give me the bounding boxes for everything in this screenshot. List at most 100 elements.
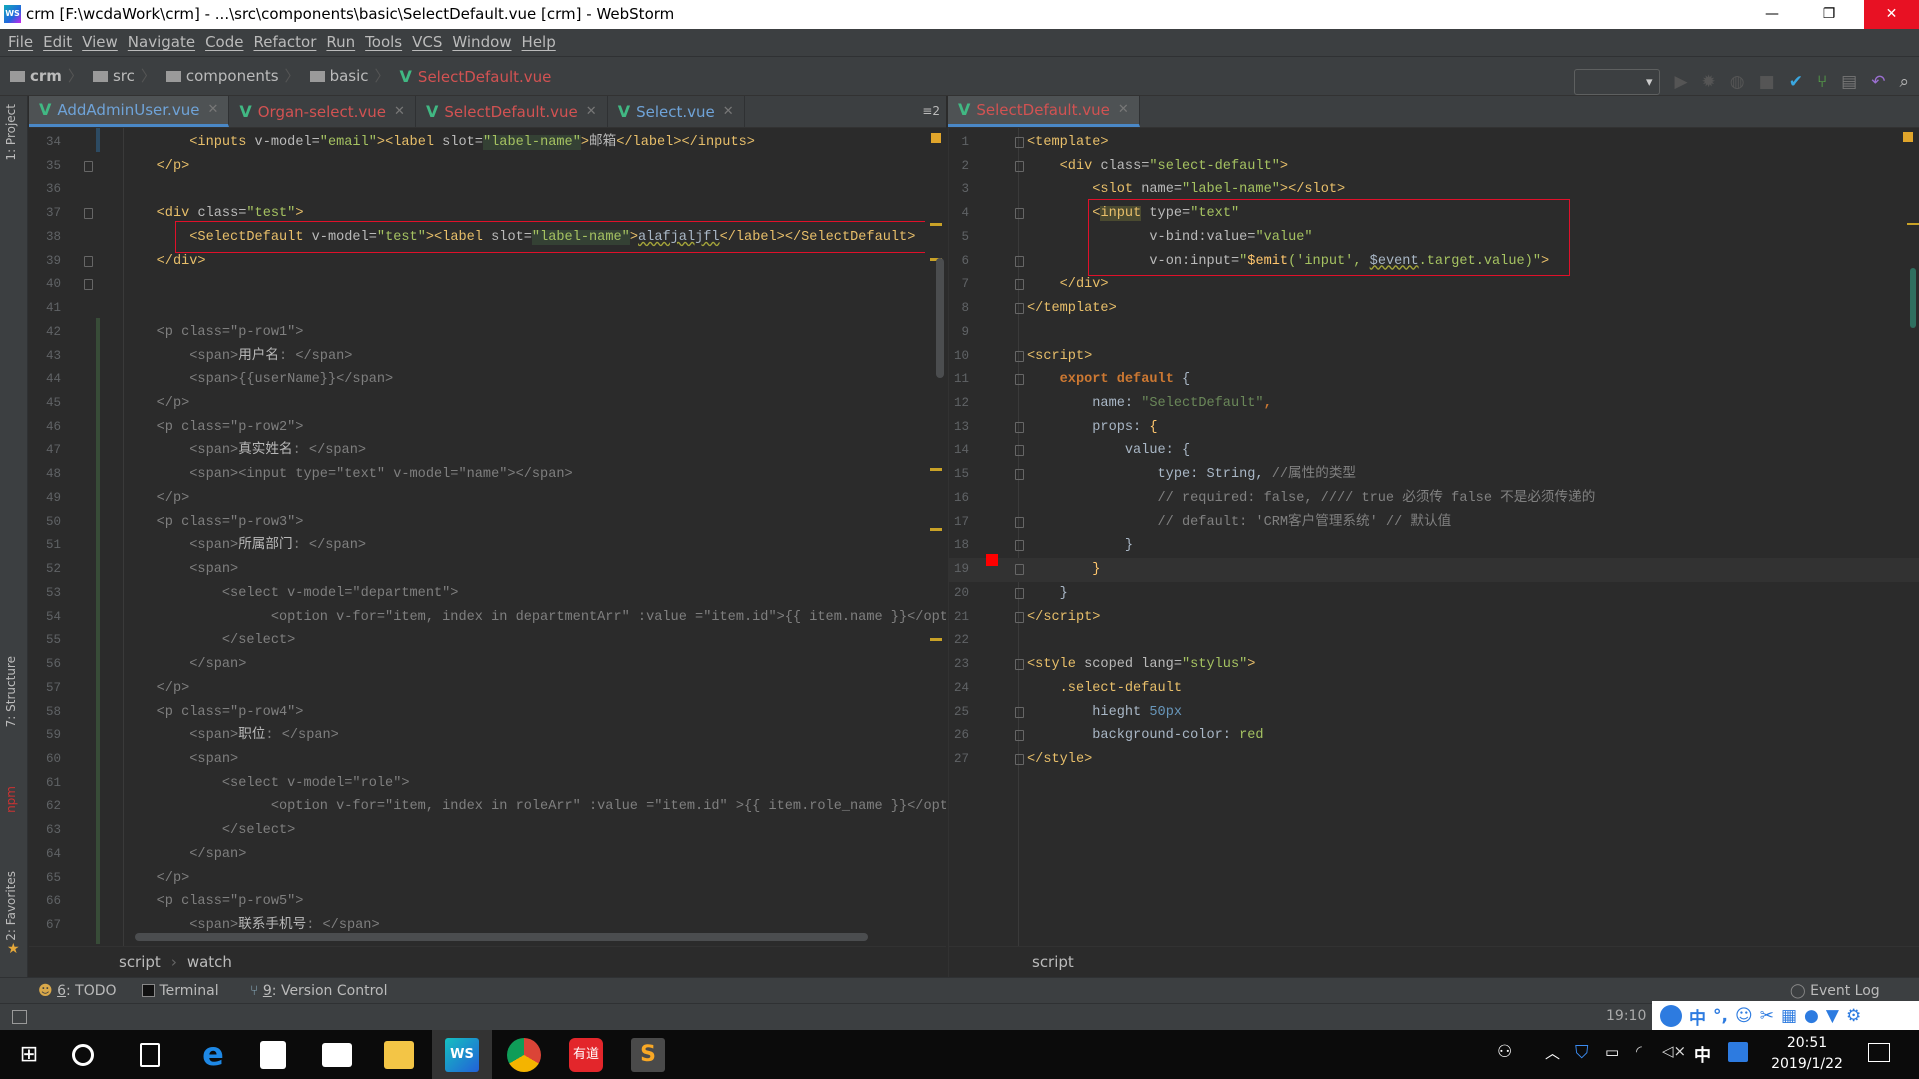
warning-marker[interactable] [930, 223, 942, 226]
tab-selectdefault[interactable]: V SelectDefault.vue ✕ [416, 96, 608, 127]
menu-edit[interactable]: Edit [43, 33, 72, 51]
close-icon[interactable]: ✕ [394, 97, 405, 127]
menu-window[interactable]: Window [452, 33, 511, 51]
security-icon[interactable]: ⛉ [1575, 1042, 1589, 1063]
fold-marker-icon[interactable] [1015, 303, 1024, 315]
crumb-script[interactable]: script [1032, 953, 1074, 971]
fold-marker-icon[interactable] [84, 208, 93, 220]
fold-marker-icon[interactable] [1015, 587, 1024, 599]
clock[interactable]: 20:51 2019/1/22 [1762, 1033, 1852, 1075]
sublime-icon[interactable]: S [631, 1038, 665, 1072]
shirt-icon[interactable]: ▼ [1826, 1006, 1839, 1026]
ime-mode[interactable]: 中 [1689, 1004, 1706, 1029]
toggle-tool-windows-icon[interactable] [12, 1010, 27, 1024]
avatar-icon[interactable] [1660, 1005, 1682, 1027]
close-icon[interactable]: ✕ [207, 95, 218, 125]
fold-marker-icon[interactable] [1015, 421, 1024, 433]
vertical-scrollbar[interactable] [1910, 268, 1916, 328]
menu-file[interactable]: File [8, 33, 33, 51]
emoji-icon[interactable]: ☺ [1735, 1006, 1753, 1026]
fold-marker-icon[interactable] [1015, 706, 1024, 718]
people-icon[interactable]: ⚇ [1497, 1042, 1512, 1062]
tab-overflow-button[interactable]: ≡2 [922, 96, 940, 127]
cortana-icon[interactable] [72, 1044, 94, 1066]
fold-marker-icon[interactable] [1015, 350, 1024, 362]
breadcrumb-basic[interactable]: basic 〉 [309, 57, 390, 95]
caret-position[interactable]: 19:10 [1606, 1008, 1646, 1024]
fold-marker-icon[interactable] [1015, 564, 1024, 576]
warning-marker[interactable] [930, 468, 942, 471]
menu-refactor[interactable]: Refactor [253, 33, 316, 51]
input-method-indicator[interactable]: 中 [1694, 1041, 1711, 1066]
webstorm-icon[interactable]: WS [445, 1038, 479, 1072]
wifi-icon[interactable]: ◜ [1636, 1042, 1642, 1060]
youdao-icon[interactable]: 有道 [569, 1038, 603, 1072]
right-editor[interactable]: 1 <template> 2 <div class="select-default"… [948, 128, 1919, 946]
tray-chevron-icon[interactable]: ︿ [1545, 1042, 1560, 1063]
warning-marker[interactable] [1907, 223, 1919, 225]
fold-marker-icon[interactable] [1015, 374, 1024, 386]
close-icon[interactable]: ✕ [1118, 95, 1129, 125]
minimize-icon[interactable]: — [1749, 0, 1795, 29]
edge-icon[interactable]: e [196, 1038, 230, 1072]
fold-marker-icon[interactable] [1015, 279, 1024, 291]
fold-marker-icon[interactable] [1015, 753, 1024, 765]
start-icon[interactable]: ⊞ [12, 1038, 46, 1072]
gear-icon[interactable]: ⚙ [1846, 1006, 1861, 1026]
version-control-tool-button[interactable]: ⑂ 9: Version Control [250, 978, 388, 1004]
tab-addadminuser[interactable]: V AddAdminUser.vue ✕ [29, 95, 230, 127]
menu-navigate[interactable]: Navigate [128, 33, 195, 51]
crumb-watch[interactable]: watch [187, 953, 232, 971]
vertical-scrollbar[interactable] [936, 258, 944, 378]
left-editor[interactable]: 34 <inputs v-model="email"><label slot="… [29, 128, 946, 946]
fold-marker-icon[interactable] [1015, 445, 1024, 457]
run-config-dropdown[interactable] [1574, 69, 1661, 95]
scissors-icon[interactable]: ✂ [1760, 1006, 1774, 1026]
fold-marker-icon[interactable] [1015, 160, 1024, 172]
fold-marker-icon[interactable] [84, 160, 93, 172]
fold-marker-icon[interactable] [1015, 540, 1024, 552]
mail-icon[interactable] [322, 1043, 352, 1067]
notifications-icon[interactable] [1868, 1043, 1890, 1062]
chrome-icon[interactable] [507, 1038, 541, 1072]
tool-structure[interactable]: 7: Structure [4, 656, 18, 727]
menu-code[interactable]: Code [205, 33, 243, 51]
crumb-script[interactable]: script [119, 953, 161, 971]
fold-marker-icon[interactable] [1015, 659, 1024, 671]
close-icon[interactable]: ✕ [586, 97, 597, 127]
fold-marker-icon[interactable] [1015, 137, 1024, 148]
breadcrumb-src[interactable]: src 〉 [92, 57, 156, 95]
menu-help[interactable]: Help [522, 33, 556, 51]
todo-tool-button[interactable]: ☻ 6: TODO [38, 978, 117, 1004]
tool-npm[interactable]: npm [4, 786, 18, 813]
menu-tools[interactable]: Tools [365, 33, 402, 51]
menu-vcs[interactable]: VCS [412, 33, 442, 51]
keyboard-icon[interactable]: ▦ [1781, 1006, 1797, 1026]
store-icon[interactable] [260, 1041, 286, 1069]
fold-marker-icon[interactable] [1015, 611, 1024, 623]
breadcrumb-file[interactable]: V SelectDefault.vue [400, 58, 552, 96]
tab-organ-select[interactable]: V Organ-select.vue ✕ [229, 96, 416, 127]
tab-selectdefault-right[interactable]: V SelectDefault.vue ✕ [948, 96, 1140, 127]
menu-run[interactable]: Run [326, 33, 355, 51]
fold-marker-icon[interactable] [1015, 516, 1024, 528]
task-view-icon[interactable] [140, 1043, 160, 1067]
battery-icon[interactable]: ▭ [1605, 1043, 1619, 1061]
fold-marker-icon[interactable] [1015, 208, 1024, 220]
terminal-tool-button[interactable]: Terminal [142, 978, 219, 1004]
fold-marker-icon[interactable] [84, 255, 93, 267]
breadcrumb-components[interactable]: components 〉 [165, 57, 300, 95]
breadcrumb-crm[interactable]: crm 〉 [10, 57, 83, 95]
close-icon[interactable]: ✕ [1864, 0, 1919, 29]
fold-marker-icon[interactable] [1015, 730, 1024, 742]
qq-icon[interactable] [1728, 1042, 1748, 1062]
menu-view[interactable]: View [82, 33, 118, 51]
fold-marker-icon[interactable] [1015, 255, 1024, 267]
tool-project[interactable]: 1: Project [4, 104, 18, 161]
fold-marker-icon[interactable] [1015, 469, 1024, 481]
volume-muted-icon[interactable]: ◁× [1662, 1042, 1686, 1060]
punctuation-icon[interactable]: °, [1713, 1006, 1728, 1026]
explorer-icon[interactable] [384, 1041, 414, 1069]
tab-select[interactable]: V Select.vue ✕ [608, 96, 745, 127]
fold-marker-icon[interactable] [84, 279, 93, 291]
